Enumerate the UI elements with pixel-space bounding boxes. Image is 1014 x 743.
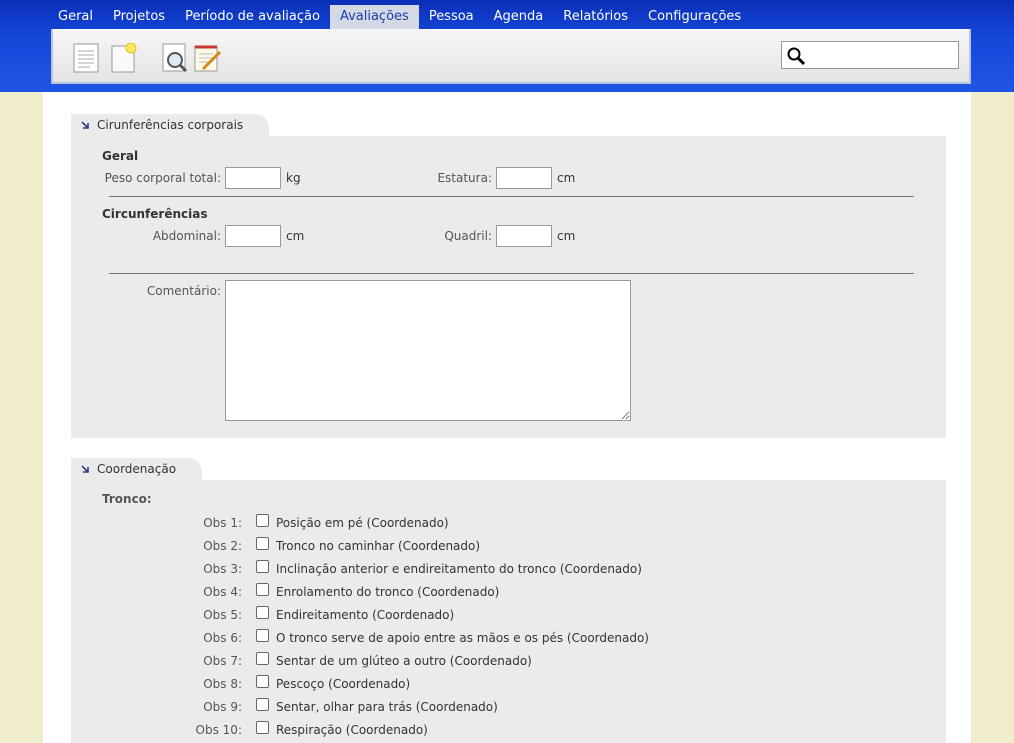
abdominal-input[interactable] xyxy=(225,225,281,247)
obs-number: Obs 2: xyxy=(203,539,242,553)
nav-projetos[interactable]: Projetos xyxy=(103,5,175,29)
obs-checkbox[interactable] xyxy=(256,629,269,642)
peso-unit: kg xyxy=(286,171,301,185)
estatura-unit: cm xyxy=(557,171,576,185)
section-body-circunferencias: Geral Peso corporal total: kg Estatura: … xyxy=(71,136,946,438)
comentario-textarea[interactable] xyxy=(225,280,631,421)
obs-checkbox[interactable] xyxy=(256,721,269,734)
obs-label: Sentar de um glúteo a outro (Coordenado) xyxy=(276,654,532,668)
preview-search-icon[interactable] xyxy=(161,43,189,73)
obs-label: Sentar, olhar para trás (Coordenado) xyxy=(276,700,498,714)
main-nav: Geral Projetos Período de avaliação Aval… xyxy=(48,5,751,29)
nav-configuracoes[interactable]: Configurações xyxy=(638,5,751,29)
nav-relatorios[interactable]: Relatórios xyxy=(553,5,638,29)
app-header: Geral Projetos Período de avaliação Aval… xyxy=(0,0,1014,92)
obs-label: Posição em pé (Coordenado) xyxy=(276,516,449,530)
collapse-arrow-icon xyxy=(81,465,89,473)
section-title: Coordenação xyxy=(97,462,177,476)
obs-checkbox[interactable] xyxy=(256,675,269,688)
obs-checkbox[interactable] xyxy=(256,698,269,711)
nav-geral[interactable]: Geral xyxy=(48,5,103,29)
group-title-circunferencias: Circunferências xyxy=(102,207,208,221)
document-icon[interactable] xyxy=(72,43,100,73)
obs-number: Obs 4: xyxy=(203,585,242,599)
obs-checkbox[interactable] xyxy=(256,652,269,665)
search-icon xyxy=(787,47,806,66)
obs-label: Tronco no caminhar (Coordenado) xyxy=(276,539,481,553)
obs-checkbox[interactable] xyxy=(256,583,269,596)
quadril-unit: cm xyxy=(557,229,576,243)
obs-number: Obs 5: xyxy=(203,608,242,622)
comentario-label: Comentário: xyxy=(146,284,221,298)
obs-number: Obs 8: xyxy=(203,677,242,691)
edit-notepad-icon[interactable] xyxy=(193,43,221,73)
collapse-arrow-icon xyxy=(81,121,89,129)
section-tab-coordenacao[interactable]: Coordenação xyxy=(71,458,203,480)
main-content: Cirunferências corporais Geral Peso corp… xyxy=(43,92,971,743)
group-title-geral: Geral xyxy=(102,149,139,163)
obs-number: Obs 9: xyxy=(203,700,242,714)
obs-label: Inclinação anterior e endireitamento do … xyxy=(276,562,642,576)
obs-label: Endireitamento (Coordenado) xyxy=(276,608,455,622)
quadril-label: Quadril: xyxy=(444,229,492,243)
section-body-coordenacao: Tronco: Obs 1: Posição em pé (Coordenado)… xyxy=(71,480,946,743)
toolbar xyxy=(51,29,971,84)
obs-checkbox[interactable] xyxy=(256,606,269,619)
obs-checkbox[interactable] xyxy=(256,560,269,573)
obs-number: Obs 6: xyxy=(203,631,242,645)
search-input[interactable] xyxy=(810,44,955,66)
obs-label: Pescoço (Coordenado) xyxy=(276,677,411,691)
peso-label: Peso corporal total: xyxy=(104,171,221,185)
peso-input[interactable] xyxy=(225,167,281,189)
obs-checkbox[interactable] xyxy=(256,514,269,527)
obs-number: Obs 3: xyxy=(203,562,242,576)
nav-agenda[interactable]: Agenda xyxy=(484,5,554,29)
obs-number: Obs 1: xyxy=(203,516,242,530)
obs-label: Enrolamento do tronco (Coordenado) xyxy=(276,585,500,599)
obs-checkbox[interactable] xyxy=(256,537,269,550)
estatura-input[interactable] xyxy=(496,167,552,189)
abdominal-label: Abdominal: xyxy=(152,229,221,243)
divider xyxy=(109,196,914,197)
quadril-input[interactable] xyxy=(496,225,552,247)
obs-number: Obs 10: xyxy=(195,723,242,737)
obs-number: Obs 7: xyxy=(203,654,242,668)
divider xyxy=(109,273,914,274)
section-tab-circunferencias[interactable]: Cirunferências corporais xyxy=(71,114,270,136)
nav-pessoa[interactable]: Pessoa xyxy=(419,5,484,29)
group-title-tronco: Tronco: xyxy=(102,492,152,506)
obs-label: O tronco serve de apoio entre as mãos e … xyxy=(276,631,649,645)
obs-label: Respiração (Coordenado) xyxy=(276,723,428,737)
section-title: Cirunferências corporais xyxy=(97,118,244,132)
new-note-icon[interactable] xyxy=(110,43,138,73)
abdominal-unit: cm xyxy=(286,229,305,243)
nav-periodo-avaliacao[interactable]: Período de avaliação xyxy=(175,5,330,29)
search-box xyxy=(781,41,959,69)
estatura-label: Estatura: xyxy=(437,171,492,185)
nav-avaliacoes[interactable]: Avaliações xyxy=(329,5,419,29)
